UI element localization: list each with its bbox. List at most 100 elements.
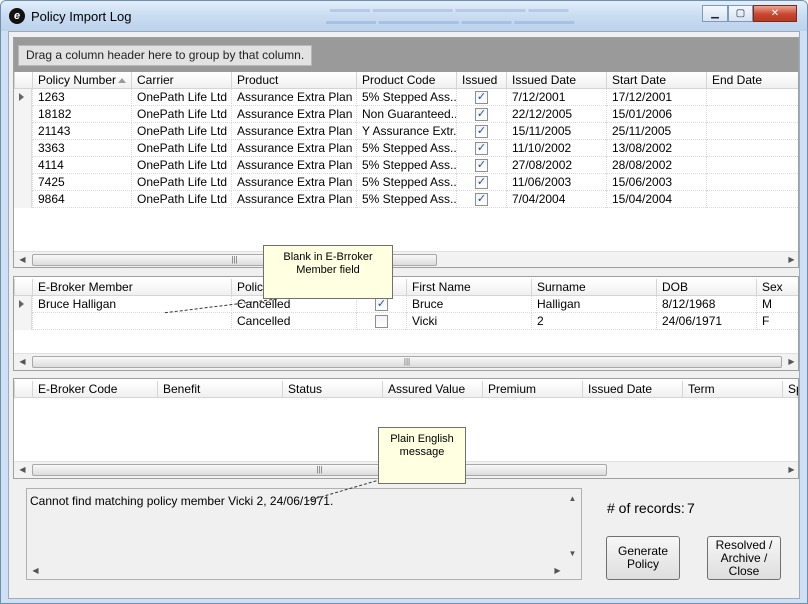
issued-cell[interactable]: ✓ bbox=[456, 123, 506, 140]
surname-cell[interactable]: 2 bbox=[531, 313, 656, 330]
scroll-left-arrow-icon[interactable]: ◀ bbox=[27, 563, 44, 580]
issued-date-cell[interactable]: 7/12/2001 bbox=[506, 89, 606, 106]
check-cell[interactable] bbox=[356, 313, 406, 330]
member-cell[interactable] bbox=[32, 313, 231, 330]
end-date-cell[interactable] bbox=[706, 191, 798, 208]
product-code-cell[interactable]: 5% Stepped Ass... bbox=[356, 174, 456, 191]
carrier-cell[interactable]: OnePath Life Ltd bbox=[131, 157, 231, 174]
issued-cell[interactable]: ✓ bbox=[456, 89, 506, 106]
product-cell[interactable]: Assurance Extra Plan bbox=[231, 157, 356, 174]
end-date-cell[interactable] bbox=[706, 106, 798, 123]
col-first-name[interactable]: First Name bbox=[406, 279, 531, 296]
dob-cell[interactable]: 8/12/1968 bbox=[656, 296, 756, 313]
issued-cell[interactable]: ✓ bbox=[456, 106, 506, 123]
product-code-cell[interactable]: 5% Stepped Ass... bbox=[356, 89, 456, 106]
carrier-cell[interactable]: OnePath Life Ltd bbox=[131, 89, 231, 106]
issued-cell[interactable]: ✓ bbox=[456, 140, 506, 157]
first-name-cell[interactable]: Vicki bbox=[406, 313, 531, 330]
scrollbar-thumb[interactable]: ||| bbox=[32, 356, 782, 368]
scroll-left-arrow-icon[interactable]: ◀ bbox=[14, 354, 31, 370]
col-dob[interactable]: DOB bbox=[656, 279, 756, 296]
product-cell[interactable]: Assurance Extra Plan bbox=[231, 140, 356, 157]
issued-date-cell[interactable]: 22/12/2005 bbox=[506, 106, 606, 123]
col-product[interactable]: Product bbox=[231, 72, 356, 89]
table-row[interactable]: 7425 OnePath Life Ltd Assurance Extra Pl… bbox=[14, 174, 798, 191]
scroll-down-arrow-icon[interactable]: ▼ bbox=[564, 546, 581, 563]
table-row[interactable]: Bruce Halligan Cancelled ✓ Bruce Halliga… bbox=[14, 296, 798, 313]
issued-checkbox[interactable]: ✓ bbox=[475, 193, 488, 206]
policy-number-cell[interactable]: 9864 bbox=[32, 191, 131, 208]
col-term[interactable]: Term bbox=[682, 381, 782, 398]
dob-cell[interactable]: 24/06/1971 bbox=[656, 313, 756, 330]
issued-checkbox[interactable]: ✓ bbox=[475, 125, 488, 138]
issued-date-cell[interactable]: 27/08/2002 bbox=[506, 157, 606, 174]
carrier-cell[interactable]: OnePath Life Ltd bbox=[131, 123, 231, 140]
end-date-cell[interactable] bbox=[706, 140, 798, 157]
carrier-cell[interactable]: OnePath Life Ltd bbox=[131, 106, 231, 123]
scroll-left-arrow-icon[interactable]: ◀ bbox=[14, 252, 31, 267]
col-end-date[interactable]: End Date bbox=[706, 72, 798, 89]
row-selector[interactable] bbox=[14, 174, 32, 191]
product-cell[interactable]: Assurance Extra Plan bbox=[231, 89, 356, 106]
col-product-code[interactable]: Product Code bbox=[356, 72, 456, 89]
member-checkbox[interactable]: ✓ bbox=[375, 298, 388, 311]
end-date-cell[interactable] bbox=[706, 123, 798, 140]
table-row[interactable]: 1263 OnePath Life Ltd Assurance Extra Pl… bbox=[14, 89, 798, 106]
col-carrier[interactable]: Carrier bbox=[131, 72, 231, 89]
start-date-cell[interactable]: 15/06/2003 bbox=[606, 174, 706, 191]
message-box[interactable]: Cannot find matching policy member Vicki… bbox=[26, 488, 582, 580]
product-code-cell[interactable]: 5% Stepped Ass... bbox=[356, 191, 456, 208]
sex-cell[interactable]: F bbox=[756, 313, 798, 330]
col-surname[interactable]: Surname bbox=[531, 279, 656, 296]
col-issued-date[interactable]: Issued Date bbox=[582, 381, 682, 398]
row-selector[interactable] bbox=[14, 140, 32, 157]
member-checkbox[interactable] bbox=[375, 315, 388, 328]
row-selector[interactable] bbox=[14, 123, 32, 140]
table-row[interactable]: Cancelled Vicki 2 24/06/1971 F bbox=[14, 313, 798, 330]
scrollbar-thumb[interactable]: ||| bbox=[32, 464, 607, 476]
col-e-broker-code[interactable]: E-Broker Code bbox=[32, 381, 157, 398]
scroll-right-arrow-icon[interactable]: ▶ bbox=[783, 252, 798, 267]
minimize-button[interactable]: ▁ bbox=[702, 5, 728, 22]
first-name-cell[interactable]: Bruce bbox=[406, 296, 531, 313]
issued-cell[interactable]: ✓ bbox=[456, 174, 506, 191]
start-date-cell[interactable]: 15/04/2004 bbox=[606, 191, 706, 208]
start-date-cell[interactable]: 13/08/2002 bbox=[606, 140, 706, 157]
col-sp[interactable]: Sp bbox=[782, 381, 798, 398]
product-code-cell[interactable]: Non Guaranteed... bbox=[356, 106, 456, 123]
row-selector[interactable] bbox=[14, 157, 32, 174]
start-date-cell[interactable]: 25/11/2005 bbox=[606, 123, 706, 140]
product-code-cell[interactable]: 5% Stepped Ass... bbox=[356, 140, 456, 157]
issued-date-cell[interactable]: 15/11/2005 bbox=[506, 123, 606, 140]
issued-cell[interactable]: ✓ bbox=[456, 157, 506, 174]
row-selector[interactable] bbox=[14, 296, 32, 313]
issued-date-cell[interactable]: 11/06/2003 bbox=[506, 174, 606, 191]
start-date-cell[interactable]: 17/12/2001 bbox=[606, 89, 706, 106]
table-row[interactable]: 18182 OnePath Life Ltd Assurance Extra P… bbox=[14, 106, 798, 123]
close-button[interactable]: ✕ bbox=[753, 5, 797, 22]
table-row[interactable]: 4114 OnePath Life Ltd Assurance Extra Pl… bbox=[14, 157, 798, 174]
row-selector[interactable] bbox=[14, 191, 32, 208]
product-code-cell[interactable]: 5% Stepped Ass... bbox=[356, 157, 456, 174]
start-date-cell[interactable]: 15/01/2006 bbox=[606, 106, 706, 123]
issued-checkbox[interactable]: ✓ bbox=[475, 91, 488, 104]
resolved-archive-close-button[interactable]: Resolved / Archive / Close bbox=[707, 536, 781, 580]
product-cell[interactable]: Assurance Extra Plan bbox=[231, 191, 356, 208]
row-selector[interactable] bbox=[14, 89, 32, 106]
row-selector[interactable] bbox=[14, 313, 32, 330]
issued-checkbox[interactable]: ✓ bbox=[475, 108, 488, 121]
scroll-right-arrow-icon[interactable]: ▶ bbox=[783, 354, 798, 370]
col-assured-value[interactable]: Assured Value bbox=[382, 381, 482, 398]
scroll-up-arrow-icon[interactable]: ▲ bbox=[564, 491, 581, 508]
product-cell[interactable]: Assurance Extra Plan bbox=[231, 174, 356, 191]
member-cell[interactable]: Bruce Halligan bbox=[32, 296, 231, 313]
carrier-cell[interactable]: OnePath Life Ltd bbox=[131, 140, 231, 157]
scroll-right-arrow-icon[interactable]: ▶ bbox=[783, 462, 798, 478]
policy-status-cell[interactable]: Cancelled bbox=[231, 313, 356, 330]
policy-number-cell[interactable]: 4114 bbox=[32, 157, 131, 174]
policy-number-cell[interactable]: 18182 bbox=[32, 106, 131, 123]
generate-policy-button[interactable]: Generate Policy bbox=[606, 536, 680, 580]
col-benefit[interactable]: Benefit bbox=[157, 381, 282, 398]
issued-checkbox[interactable]: ✓ bbox=[475, 142, 488, 155]
issued-checkbox[interactable]: ✓ bbox=[475, 176, 488, 189]
